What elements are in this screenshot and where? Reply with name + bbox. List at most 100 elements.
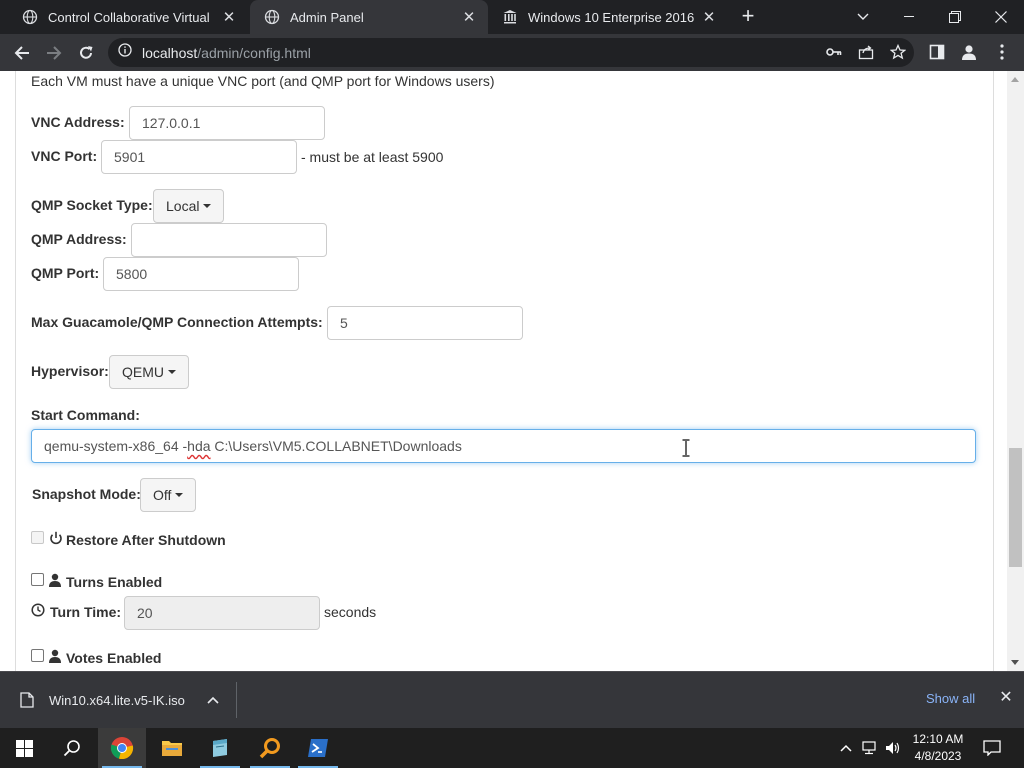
url-text: localhost/admin/config.html <box>142 45 311 61</box>
restore-button[interactable] <box>932 0 978 34</box>
clock-time: 12:10 AM <box>912 732 964 746</box>
user-icon <box>49 573 61 587</box>
power-icon <box>50 531 62 545</box>
scroll-up-arrow-icon[interactable] <box>1011 77 1019 82</box>
qmp-socket-type-label: QMP Socket Type: <box>31 197 153 213</box>
kebab-menu-icon[interactable] <box>991 41 1013 63</box>
chevron-up-icon[interactable] <box>838 740 854 756</box>
turns-enabled-checkbox[interactable] <box>31 573 44 586</box>
windows-start-icon[interactable] <box>0 728 48 768</box>
notification-center-icon[interactable] <box>982 739 1002 757</box>
caret-down-icon <box>175 493 184 497</box>
scrollbar-thumb[interactable] <box>1009 448 1022 567</box>
turn-time-input[interactable]: 20 <box>124 596 320 630</box>
close-tab-icon[interactable]: ✕ <box>460 8 478 26</box>
restore-after-shutdown-label: Restore After Shutdown <box>66 532 226 548</box>
info-icon[interactable] <box>118 43 132 62</box>
forward-arrow-icon[interactable] <box>40 39 68 67</box>
start-command-part: qemu-system-x86_64 - <box>44 438 188 454</box>
side-panel-icon[interactable] <box>926 41 948 63</box>
page-scrollbar[interactable] <box>1007 71 1024 671</box>
start-command-label: Start Command: <box>31 407 140 423</box>
snapshot-mode-label: Snapshot Mode: <box>32 486 141 502</box>
hypervisor-value: QEMU <box>122 364 164 380</box>
start-command-input[interactable]: qemu-system-x86_64 -hda C:\Users\VM5.COL… <box>31 429 976 463</box>
qmp-address-label: QMP Address: <box>31 231 127 247</box>
start-command-part: C:\Users\VM5.COLLABNET\Downloads <box>210 438 462 454</box>
download-file-name: Win10.x64.lite.v5-IK.iso <box>49 692 185 708</box>
text-cursor-icon <box>682 439 690 457</box>
qmp-socket-type-value: Local <box>166 198 200 214</box>
vnc-address-label: VNC Address: <box>31 114 125 130</box>
start-command-value: qemu-system-x86_64 -hda C:\Users\VM5.COL… <box>44 438 462 454</box>
caret-down-icon <box>203 204 212 208</box>
key-search-app-icon[interactable] <box>246 728 294 768</box>
snapshot-mode-dropdown[interactable]: Off <box>140 478 196 512</box>
vnc-port-value: 5901 <box>114 149 146 165</box>
search-icon[interactable] <box>48 728 96 768</box>
network-icon[interactable] <box>862 740 878 756</box>
scroll-down-arrow-icon[interactable] <box>1011 660 1019 665</box>
volume-icon[interactable] <box>885 740 901 756</box>
tab-title: Admin Panel <box>290 9 364 25</box>
chrome-icon[interactable] <box>98 728 146 768</box>
tab-title: Windows 10 Enterprise 2016 LTS <box>528 9 694 25</box>
misspelled-word: hda <box>187 438 211 454</box>
new-tab-button[interactable]: + <box>736 5 760 29</box>
user-icon <box>49 649 61 663</box>
close-tab-icon[interactable]: ✕ <box>700 8 718 26</box>
vnc-address-input[interactable]: 127.0.0.1 <box>129 106 325 140</box>
snapshot-mode-value: Off <box>153 487 172 503</box>
votes-enabled-checkbox[interactable] <box>31 649 44 662</box>
close-tab-icon[interactable]: ✕ <box>220 8 238 26</box>
profile-icon[interactable] <box>958 41 980 63</box>
taskbar-clock[interactable]: 12:10 AM 4/8/2023 <box>912 731 964 765</box>
qmp-port-value: 5800 <box>116 266 148 282</box>
browser-tab-strip: Control Collaborative Virtual Mac ✕ Admi… <box>0 0 1024 34</box>
key-icon[interactable] <box>823 41 845 63</box>
hypervisor-dropdown[interactable]: QEMU <box>109 355 189 389</box>
max-attempts-input[interactable]: 5 <box>327 306 523 340</box>
download-item[interactable]: Win10.x64.lite.v5-IK.iso <box>0 672 236 728</box>
disk-image-app-icon[interactable] <box>196 728 244 768</box>
archive-icon <box>502 9 518 25</box>
turn-time-label: Turn Time: <box>50 604 122 620</box>
tab-control-collaborative[interactable]: Control Collaborative Virtual Mac ✕ <box>8 0 248 34</box>
download-shelf: Win10.x64.lite.v5-IK.iso Show all ✕ <box>0 671 1024 728</box>
vnc-port-input[interactable]: 5901 <box>101 140 297 174</box>
show-all-link[interactable]: Show all <box>926 691 975 706</box>
file-explorer-icon[interactable] <box>148 728 196 768</box>
back-arrow-icon[interactable] <box>8 39 36 67</box>
url-path: /admin/config.html <box>197 44 311 61</box>
globe-icon <box>22 9 38 25</box>
close-window-button[interactable] <box>978 0 1024 34</box>
tab-search-chevron-icon[interactable] <box>840 0 886 34</box>
chevron-up-icon[interactable] <box>207 696 219 704</box>
reload-icon[interactable] <box>72 39 100 67</box>
close-shelf-icon[interactable]: ✕ <box>998 690 1014 706</box>
globe-icon <box>264 9 280 25</box>
turns-enabled-label: Turns Enabled <box>66 574 163 590</box>
page-viewport: Each VM must have a unique VNC port (and… <box>0 71 1024 671</box>
tab-admin-panel[interactable]: Admin Panel ✕ <box>250 0 488 34</box>
qmp-port-input[interactable]: 5800 <box>103 257 299 291</box>
qmp-address-input[interactable] <box>131 223 327 257</box>
qmp-socket-type-dropdown[interactable]: Local <box>153 189 224 223</box>
bookmark-star-icon[interactable] <box>887 41 909 63</box>
minimize-button[interactable] <box>886 0 932 34</box>
url-host: localhost <box>142 44 198 61</box>
caret-down-icon <box>168 370 176 374</box>
vnc-port-hint: - must be at least 5900 <box>301 149 444 165</box>
powershell-icon[interactable] <box>294 728 342 768</box>
qmp-port-label: QMP Port: <box>31 265 100 281</box>
windows-taskbar: 12:10 AM 4/8/2023 <box>0 728 1024 768</box>
address-bar[interactable]: localhost/admin/config.html <box>108 38 914 67</box>
clock-date: 4/8/2023 <box>914 749 962 763</box>
restore-after-shutdown-checkbox[interactable] <box>31 531 44 544</box>
max-attempts-value: 5 <box>340 315 348 331</box>
share-icon[interactable] <box>855 41 877 63</box>
turn-time-unit: seconds <box>324 604 377 620</box>
hypervisor-label: Hypervisor: <box>31 363 109 379</box>
clock-icon <box>31 603 45 617</box>
tab-windows-10[interactable]: Windows 10 Enterprise 2016 LTS ✕ <box>488 0 728 34</box>
